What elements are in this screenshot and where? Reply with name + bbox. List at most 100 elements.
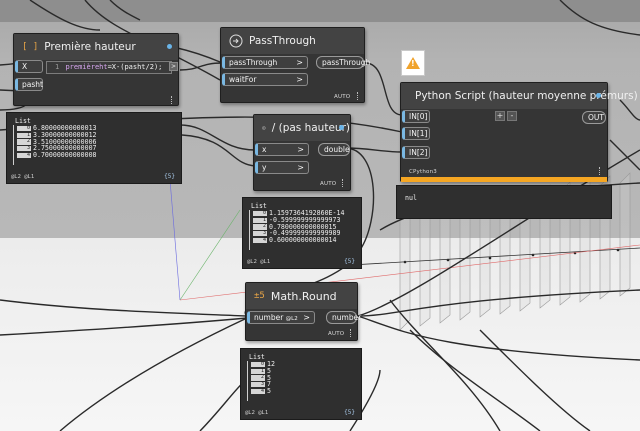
passthrough-header[interactable]: PassThrough xyxy=(221,28,364,54)
node-state-dot xyxy=(167,44,172,49)
preview-rows: 0 6.80000000000013 1 3.30000000000012 2 3.5… xyxy=(17,125,97,159)
code-block-title: Première hauteur xyxy=(44,41,136,53)
code-block-icon: [ ] xyxy=(22,42,39,52)
output-double[interactable]: double xyxy=(318,143,350,156)
chevron-right-icon: > xyxy=(296,58,303,67)
list-item: 4 0.70000000000008 xyxy=(17,152,97,159)
output-passthrough[interactable]: passThrough xyxy=(316,56,370,69)
port-in2-label: IN[2] xyxy=(409,148,428,157)
output-out-label: OUT xyxy=(588,113,604,122)
code-block-node[interactable]: [ ] Première hauteur X pasht 1 premièreh… xyxy=(13,33,179,106)
warning-symbol: ! xyxy=(411,59,415,68)
dynamo-canvas[interactable]: [ ] Première hauteur X pasht 1 premièreh… xyxy=(0,0,640,431)
code-rhs: =X-(pasht/2); xyxy=(107,63,163,71)
list-index: 2 xyxy=(17,138,31,145)
port-number[interactable]: number @L2 > xyxy=(247,311,315,324)
y-axis xyxy=(179,209,241,301)
list-index: 3 xyxy=(253,230,267,237)
port-in1-label: IN[1] xyxy=(409,129,428,138)
list-index: 3 xyxy=(17,145,31,152)
list-item: 4 0.600000000000014 xyxy=(253,237,344,244)
preview-levels: @L2 @L1 xyxy=(247,259,271,265)
node-grip-icon[interactable] xyxy=(350,329,352,337)
output-out[interactable]: OUT xyxy=(582,111,606,124)
port-waitfor[interactable]: waitFor > xyxy=(222,73,308,86)
list-index: 2 xyxy=(253,223,267,230)
lacing-label[interactable]: AUTO xyxy=(334,94,350,100)
lacing-label[interactable]: AUTO xyxy=(320,181,336,187)
python-header[interactable]: Python Script (hauteur moyenne prémurs) xyxy=(401,83,638,109)
wire-pass-to-python xyxy=(364,62,403,116)
port-x[interactable]: X xyxy=(15,60,43,73)
passthrough-node[interactable]: PassThrough passThrough > waitFor > passTh… xyxy=(220,27,370,103)
list-level-label[interactable]: @L2 xyxy=(286,316,298,322)
division-header[interactable]: / (pas hauteur) xyxy=(254,115,350,141)
python-script-node[interactable]: Python Script (hauteur moyenne prémurs) … xyxy=(400,82,638,182)
python-engine-label[interactable]: CPython3 xyxy=(409,169,437,175)
warning-badge[interactable]: ! xyxy=(401,50,425,76)
chevron-right-icon: > xyxy=(303,313,310,322)
wire-left-1 xyxy=(0,299,248,317)
code-lhs: premièreht xyxy=(65,63,108,71)
port-y-div[interactable]: y > xyxy=(255,161,309,174)
preview-tree-line xyxy=(13,125,14,165)
port-x-div[interactable]: x > xyxy=(255,143,309,156)
python-preview-value: nul xyxy=(405,194,417,202)
list-index: 1 xyxy=(253,217,267,223)
output-number-label: number xyxy=(332,313,362,322)
preview-rows: 0 12 15 25 37 45 xyxy=(251,361,275,395)
node-grip-icon[interactable] xyxy=(599,167,601,175)
port-in2[interactable]: IN[2] xyxy=(402,146,430,159)
list-index: 2 xyxy=(251,374,265,381)
code-block-preview[interactable]: List 0 6.80000000000013 1 3.30000000000012… xyxy=(6,112,182,184)
remove-input-button[interactable]: - xyxy=(507,111,517,121)
port-passthrough-label: passThrough xyxy=(229,58,278,67)
chevron-right-icon: > xyxy=(297,145,304,154)
preview-levels: @L2 @L1 xyxy=(11,174,35,180)
code-editor[interactable]: 1 premièreht=X-(pasht/2); xyxy=(46,61,172,74)
python-status-bar xyxy=(401,177,607,182)
list-value: 0.600000000000014 xyxy=(269,236,337,245)
node-state-dot xyxy=(339,125,344,130)
preview-list-label: List xyxy=(15,117,31,125)
preview-tree-line xyxy=(249,210,250,250)
port-x-label: X xyxy=(22,62,28,71)
port-x-div-label: x xyxy=(262,145,267,154)
math-round-node[interactable]: ±5 Math.Round number @L2 > number AUTO xyxy=(245,282,361,341)
port-in0[interactable]: IN[0] xyxy=(402,110,430,123)
node-grip-icon[interactable] xyxy=(171,96,173,104)
output-expand-button[interactable]: > xyxy=(169,62,178,71)
round-preview[interactable]: List 0 12 15 25 37 45 @L2 @L1 {5} xyxy=(240,348,362,420)
pass-through-icon xyxy=(229,34,243,48)
list-value: 0.70000000000008 xyxy=(33,151,97,160)
code-block-header[interactable]: [ ] Première hauteur xyxy=(14,34,178,60)
math-round-title: Math.Round xyxy=(270,289,337,303)
list-index: 1 xyxy=(17,132,31,138)
list-index: 3 xyxy=(251,381,265,388)
port-passthrough[interactable]: passThrough > xyxy=(222,56,308,69)
port-pasht[interactable]: pasht xyxy=(15,78,43,91)
node-grip-icon[interactable] xyxy=(342,179,344,187)
preview-tree-line xyxy=(247,361,248,401)
add-input-button[interactable]: + xyxy=(495,111,505,121)
division-preview[interactable]: List 0 1.1597364192860E-14 1 -0.5999999999… xyxy=(242,197,362,269)
python-title: Python Script (hauteur moyenne prémurs) xyxy=(415,90,638,102)
list-index: 0 xyxy=(251,361,265,368)
preview-count: {5} xyxy=(164,173,175,180)
preview-levels: @L2 @L1 xyxy=(245,410,269,416)
output-passthrough-label: passThrough xyxy=(322,58,371,67)
lacing-label[interactable]: AUTO xyxy=(328,331,344,337)
wire-code-to-div-x xyxy=(179,124,256,151)
preview-count: {5} xyxy=(344,409,355,416)
python-preview[interactable]: nul xyxy=(396,185,612,219)
list-index: 0 xyxy=(17,125,31,132)
division-node[interactable]: / (pas hauteur) x > y > double AUTO xyxy=(253,114,351,191)
port-in1[interactable]: IN[1] xyxy=(402,127,430,140)
output-number[interactable]: number xyxy=(326,311,361,324)
node-grip-icon[interactable] xyxy=(357,92,359,100)
port-in0-label: IN[0] xyxy=(409,112,428,121)
list-index: 0 xyxy=(253,210,267,217)
round-icon: ±5 xyxy=(254,291,265,301)
list-item: 0 12 xyxy=(251,361,275,368)
math-round-header[interactable]: ±5 Math.Round xyxy=(246,283,357,309)
